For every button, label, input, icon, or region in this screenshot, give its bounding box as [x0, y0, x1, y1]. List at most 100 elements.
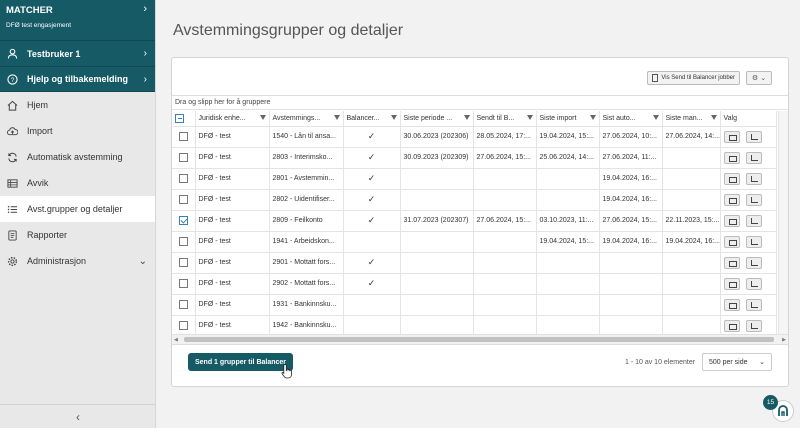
notification-badge: 15 [763, 395, 778, 410]
help-menu[interactable]: ? Hjelp og tilbakemelding › [0, 66, 155, 92]
row-checkbox[interactable] [178, 321, 188, 330]
filter-icon[interactable] [710, 115, 717, 120]
settings-menu-button[interactable]: ⚙ ⌄ [746, 71, 772, 85]
chart-icon[interactable] [745, 256, 762, 269]
details-icon[interactable] [723, 151, 740, 164]
table-row[interactable]: DFØ - test 2902 - Mottatt fors... ✓ [172, 273, 777, 295]
details-icon[interactable] [723, 193, 740, 206]
table-row[interactable]: DFØ - test 1941 - Arbeidskon... 19.04.2024… [172, 231, 777, 253]
vertical-scrollbar[interactable] [778, 111, 788, 335]
scroll-right-icon[interactable]: ▶ [782, 337, 786, 343]
user-menu[interactable]: Testbruker 1 › [0, 40, 155, 66]
details-icon[interactable] [723, 235, 740, 248]
sent-cell [473, 231, 537, 253]
chart-icon[interactable] [745, 277, 762, 290]
sidebar-item-groups-details[interactable]: Avst.grupper og detaljer [0, 196, 155, 222]
row-checkbox[interactable] [178, 300, 188, 309]
row-checkbox[interactable] [178, 174, 188, 183]
column-header[interactable]: Balancer... [343, 111, 401, 127]
table-row[interactable]: DFØ - test 1942 - Bankinnsku... [172, 315, 777, 337]
manual-cell [662, 273, 721, 295]
row-checkbox[interactable] [178, 132, 188, 141]
table-row[interactable]: DFØ - test 2901 - Mottatt fors... ✓ [172, 252, 777, 274]
row-select-cell[interactable] [172, 210, 196, 232]
group-drop-zone[interactable]: Dra og slipp her for å gruppere [172, 96, 788, 110]
filter-icon[interactable] [463, 115, 470, 120]
details-icon[interactable] [723, 172, 740, 185]
sidebar-item-deviations[interactable]: Avvik [0, 170, 155, 196]
show-jobs-button[interactable]: Vis Send til Balancer jobber [647, 71, 740, 85]
table-row[interactable]: DFØ - test 1540 - Lån til ansa... ✓ 30.06.2… [172, 126, 777, 148]
page-size-select[interactable]: 500 per side ⌄ [702, 353, 772, 371]
horizontal-scrollbar[interactable]: ◀ ▶ [172, 334, 788, 344]
sidebar-item-home[interactable]: Hjem [0, 92, 155, 118]
row-checkbox[interactable] [178, 216, 188, 225]
sent-cell: 27.06.2024, 15:... [473, 147, 537, 169]
details-icon[interactable] [723, 277, 740, 290]
details-icon[interactable] [723, 319, 740, 332]
sidebar-item-automatic-reconciliation[interactable]: Automatisk avstemming [0, 144, 155, 170]
column-header[interactable]: Sendt til B... [473, 111, 537, 127]
groups-grid: Dra og slipp her for å gruppere Juridisk… [172, 95, 788, 345]
row-select-cell[interactable] [172, 147, 196, 169]
column-header[interactable]: Avstemmings... [269, 111, 344, 127]
row-select-cell[interactable] [172, 168, 196, 190]
sidebar-item-import[interactable]: Import [0, 118, 155, 144]
sent-cell [473, 252, 537, 274]
details-icon[interactable] [723, 256, 740, 269]
table-row[interactable]: DFØ - test 2802 - Uidentifiser... ✓ 19.04.2… [172, 189, 777, 211]
chart-icon[interactable] [745, 235, 762, 248]
chart-icon[interactable] [745, 298, 762, 311]
row-select-cell[interactable] [172, 189, 196, 211]
sidebar-item-administration[interactable]: Administrasjon ⌄ [0, 248, 155, 274]
table-row[interactable]: DFØ - test 2801 - Avstemmin... ✓ 19.04.2024… [172, 168, 777, 190]
chart-icon[interactable] [745, 193, 762, 206]
chart-icon[interactable] [745, 319, 762, 332]
row-select-cell[interactable] [172, 126, 196, 148]
row-select-cell[interactable] [172, 294, 196, 316]
select-all-cell[interactable] [172, 111, 196, 127]
column-header[interactable]: Siste periode ... [400, 111, 474, 127]
row-select-cell[interactable] [172, 315, 196, 337]
scrollbar-thumb[interactable] [184, 337, 774, 342]
filter-icon[interactable] [259, 115, 266, 120]
details-icon[interactable] [723, 130, 740, 143]
chart-icon[interactable] [745, 214, 762, 227]
chart-icon[interactable] [745, 151, 762, 164]
scroll-left-icon[interactable]: ◀ [174, 337, 178, 343]
send-to-balancer-button[interactable]: Send 1 grupper til Balancer [188, 353, 294, 371]
filter-icon[interactable] [526, 115, 533, 120]
chart-icon[interactable] [745, 172, 762, 185]
details-icon[interactable] [723, 214, 740, 227]
sync-icon [6, 151, 18, 163]
column-header[interactable]: Siste man... [662, 111, 721, 127]
collapse-sidebar-button[interactable]: ‹ [0, 404, 156, 428]
filter-icon[interactable] [333, 115, 340, 120]
table-row[interactable]: DFØ - test 2809 - Feilkonto ✓ 31.07.2023 (2… [172, 210, 777, 232]
sidebar-item-reports[interactable]: Rapporter [0, 222, 155, 248]
column-header[interactable]: Juridisk enhe... [195, 111, 270, 127]
select-all-checkbox[interactable] [175, 113, 184, 123]
actions-cell [720, 126, 777, 148]
filter-icon[interactable] [652, 115, 659, 120]
row-checkbox[interactable] [178, 153, 188, 162]
table-row[interactable]: DFØ - test 1931 - Bankinnsku... [172, 294, 777, 316]
engagement-selector[interactable]: MATCHER DFØ test engasjement › [0, 0, 155, 40]
filter-icon[interactable] [390, 115, 397, 120]
row-checkbox[interactable] [178, 237, 188, 246]
table-row[interactable]: DFØ - test 2803 - Interimsko... ✓ 30.09.202… [172, 147, 777, 169]
row-select-cell[interactable] [172, 273, 196, 295]
column-header[interactable]: Siste import [536, 111, 600, 127]
chevron-right-icon: › [143, 73, 147, 85]
filter-icon[interactable] [589, 115, 596, 120]
row-checkbox[interactable] [178, 279, 188, 288]
chart-icon[interactable] [745, 130, 762, 143]
row-select-cell[interactable] [172, 231, 196, 253]
column-header[interactable]: Sist auto... [599, 111, 663, 127]
row-select-cell[interactable] [172, 252, 196, 274]
row-checkbox[interactable] [178, 195, 188, 204]
entity-cell: DFØ - test [195, 273, 270, 295]
details-icon[interactable] [723, 298, 740, 311]
row-checkbox[interactable] [178, 258, 188, 267]
group-cell: 2902 - Mottatt fors... [269, 273, 344, 295]
